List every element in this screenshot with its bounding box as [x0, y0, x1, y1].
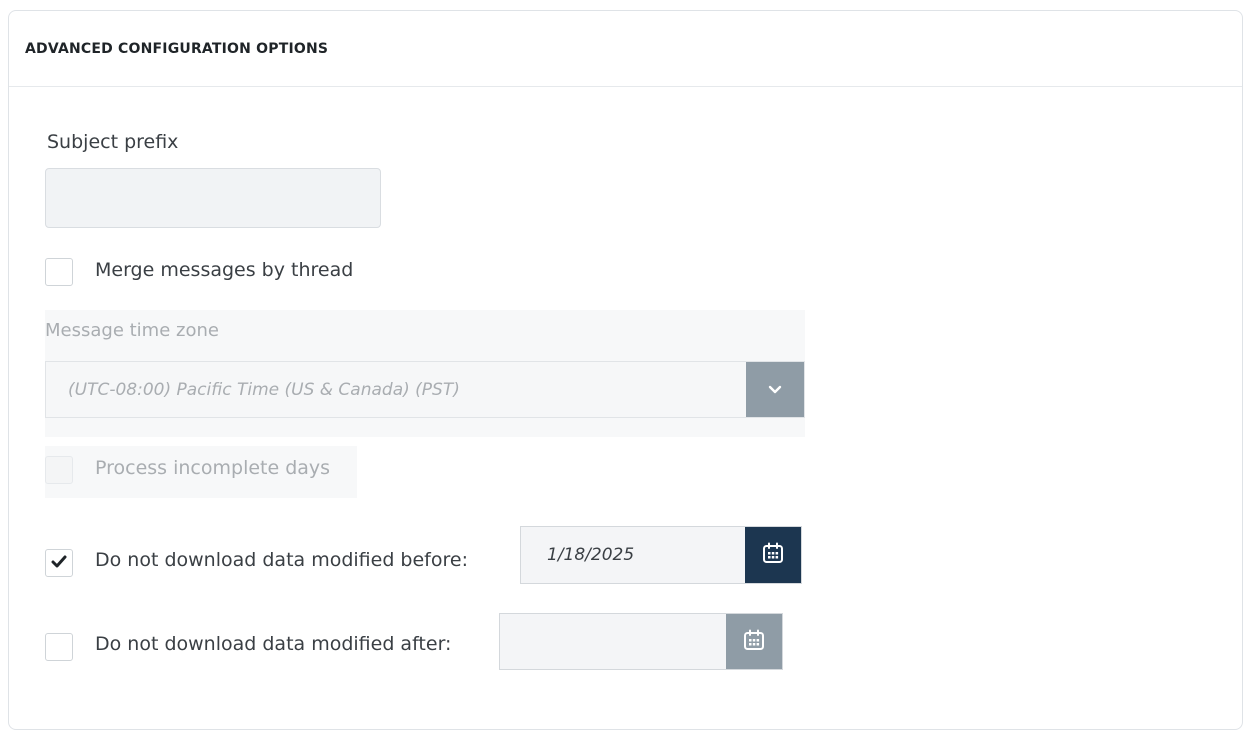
modified-after-label: Do not download data modified after: — [95, 633, 452, 655]
subject-prefix-label: Subject prefix — [47, 131, 179, 153]
modified-after-calendar-button[interactable] — [726, 614, 782, 669]
modified-before-label: Do not download data modified before: — [95, 549, 468, 571]
panel-title: ADVANCED CONFIGURATION OPTIONS — [25, 40, 329, 57]
modified-after-checkbox[interactable] — [45, 633, 73, 661]
time-zone-label: Message time zone — [45, 320, 219, 341]
calendar-icon — [761, 541, 785, 569]
merge-messages-checkbox[interactable] — [45, 258, 73, 286]
time-zone-selected-value: (UTC-08:00) Pacific Time (US & Canada) (… — [68, 379, 460, 400]
chevron-down-icon — [768, 380, 782, 399]
checkmark-icon — [51, 554, 67, 573]
panel-header: ADVANCED CONFIGURATION OPTIONS — [9, 11, 1242, 87]
process-incomplete-label: Process incomplete days — [95, 457, 331, 479]
modified-before-checkbox[interactable] — [45, 549, 73, 577]
modified-before-date-value: 1/18/2025 — [547, 545, 635, 565]
merge-messages-label: Merge messages by thread — [95, 259, 354, 281]
time-zone-dropdown-button[interactable] — [746, 362, 804, 417]
modified-after-date-input[interactable] — [499, 613, 783, 670]
calendar-icon — [742, 628, 766, 656]
modified-before-date-input[interactable]: 1/18/2025 — [520, 526, 802, 584]
time-zone-select[interactable]: (UTC-08:00) Pacific Time (US & Canada) (… — [45, 361, 805, 418]
subject-prefix-input[interactable] — [45, 168, 381, 228]
modified-before-calendar-button[interactable] — [745, 527, 801, 583]
process-incomplete-checkbox[interactable] — [45, 456, 73, 484]
